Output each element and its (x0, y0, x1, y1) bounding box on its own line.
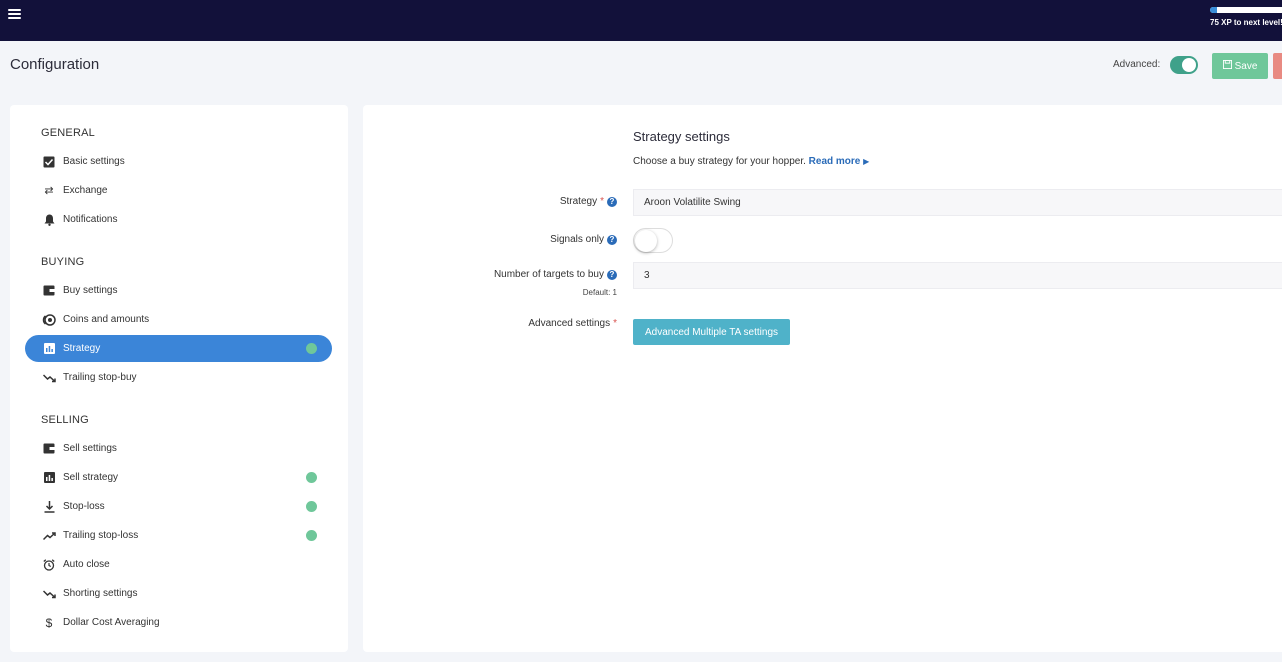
help-icon[interactable]: ? (607, 234, 617, 245)
strategy-settings-panel: Strategy settings Choose a buy strategy … (363, 105, 1282, 652)
sidebar-item-label: Buy settings (63, 285, 118, 296)
required-marker: * (613, 318, 617, 329)
trend-down-icon (42, 587, 56, 601)
sidebar-item-notifications[interactable]: Notifications (25, 206, 332, 233)
sidebar-item-label: Shorting settings (63, 588, 138, 599)
section-heading-selling: SELLING (41, 414, 89, 426)
section-title: Strategy settings (633, 129, 730, 144)
xp-progress-bar (1210, 7, 1282, 13)
bar-chart-icon (42, 471, 56, 485)
strategy-select[interactable]: Aroon Volatilite Swing (633, 189, 1282, 216)
sidebar-item-label: Stop-loss (63, 501, 105, 512)
save-label: Save (1234, 60, 1258, 72)
menu-icon[interactable] (8, 9, 21, 19)
advanced-settings-label: Advanced settings * (528, 318, 617, 329)
sidebar-item-sell-strategy[interactable]: Sell strategy (25, 464, 332, 491)
wallet-icon (42, 442, 56, 456)
sidebar-item-label: Exchange (63, 185, 108, 196)
read-more-link[interactable]: Read more ▶ (809, 156, 870, 167)
checkbox-icon (42, 155, 56, 169)
xp-status-text: 75 XP to next level! (1210, 18, 1282, 27)
help-icon[interactable]: ? (607, 196, 617, 207)
sidebar-item-shorting-settings[interactable]: Shorting settings (25, 580, 332, 607)
arrow-down-bar-icon (42, 500, 56, 514)
targets-label-text: Number of targets to buy (493, 269, 604, 280)
status-dot (306, 501, 317, 512)
sidebar-item-label: Basic settings (63, 156, 125, 167)
sidebar-item-coins-and-amounts[interactable]: Coins and amounts (25, 306, 332, 333)
sidebar-item-label: Coins and amounts (63, 314, 150, 325)
wallet-icon (42, 284, 56, 298)
caret-right-icon: ▶ (863, 157, 870, 166)
bar-chart-icon (42, 342, 56, 356)
section-subtitle: Choose a buy strategy for your hopper. R… (633, 156, 869, 167)
sidebar-item-buy-settings[interactable]: Buy settings (25, 277, 332, 304)
discard-button[interactable] (1273, 53, 1282, 79)
advanced-ta-settings-button[interactable]: Advanced Multiple TA settings (633, 319, 790, 345)
sidebar-item-trailing-stop-loss[interactable]: Trailing stop-loss (25, 522, 332, 549)
alarm-clock-icon (42, 558, 56, 572)
targets-default-hint: Default: 1 (582, 288, 617, 297)
sidebar-item-strategy[interactable]: Strategy (25, 335, 332, 362)
sidebar-item-label: Trailing stop-buy (63, 372, 137, 383)
status-dot (306, 343, 317, 354)
save-icon (1222, 60, 1232, 72)
status-dot (306, 530, 317, 541)
sidebar-item-label: Notifications (63, 214, 118, 225)
sidebar-item-trailing-stop-buy[interactable]: Trailing stop-buy (25, 364, 332, 391)
page-title: Configuration (10, 56, 100, 73)
subtitle-text: Choose a buy strategy for your hopper. (633, 156, 806, 167)
strategy-field-label: Strategy * ? (560, 196, 617, 207)
sidebar-item-sell-settings[interactable]: Sell settings (25, 435, 332, 462)
status-dot (306, 472, 317, 483)
sidebar-item-label: Trailing stop-loss (63, 530, 139, 541)
trend-down-icon (42, 371, 56, 385)
sidebar-item-label: Auto close (63, 559, 110, 570)
advanced-toggle[interactable] (1170, 56, 1198, 74)
signals-label-text: Signals only (550, 234, 604, 245)
sidebar-item-auto-close[interactable]: Auto close (25, 551, 332, 578)
signals-only-toggle[interactable] (633, 228, 673, 253)
help-icon[interactable]: ? (607, 269, 617, 280)
sidebar-item-basic-settings[interactable]: Basic settings (25, 148, 332, 175)
sidebar-item-label: Strategy (63, 343, 101, 354)
sidebar-item-label: Sell settings (63, 443, 117, 454)
top-navbar: 75 XP to next level! (0, 0, 1282, 41)
signals-only-label: Signals only ? (550, 234, 617, 245)
advanced-label: Advanced: (1113, 59, 1161, 70)
bell-icon (42, 213, 56, 227)
strategy-label-text: Strategy (559, 196, 598, 207)
sidebar-item-dollar-cost-averaging[interactable]: $ Dollar Cost Averaging (25, 609, 332, 636)
settings-sidebar: GENERAL Basic settings ⇄ Exchange Notifi… (10, 105, 348, 652)
exchange-arrows-icon: ⇄ (44, 185, 54, 197)
section-heading-buying: BUYING (41, 256, 85, 268)
save-button[interactable]: Save (1212, 53, 1268, 79)
coins-icon (42, 313, 56, 327)
sidebar-item-stop-loss[interactable]: Stop-loss (25, 493, 332, 520)
targets-input[interactable]: 3 (633, 262, 1282, 289)
sidebar-item-exchange[interactable]: ⇄ Exchange (25, 177, 332, 204)
targets-field-label: Number of targets to buy ? (494, 269, 617, 280)
sidebar-item-label: Sell strategy (63, 472, 119, 483)
required-marker: * (600, 196, 604, 207)
dollar-icon: $ (45, 615, 53, 630)
read-more-label: Read more (808, 156, 861, 167)
section-heading-general: GENERAL (41, 127, 95, 139)
advanced-settings-text: Advanced settings (528, 318, 611, 329)
trend-up-icon (42, 529, 56, 543)
sidebar-item-label: Dollar Cost Averaging (63, 617, 160, 628)
